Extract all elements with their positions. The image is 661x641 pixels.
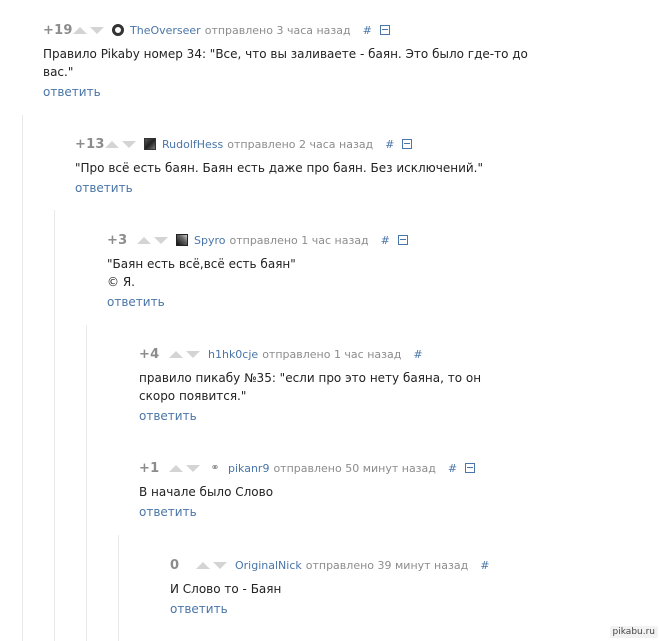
photo-avatar-icon[interactable] <box>176 234 188 246</box>
username-link[interactable]: RudolfHess <box>162 138 223 151</box>
vote-up-icon[interactable] <box>196 561 210 569</box>
rating-value: +3 <box>107 232 128 248</box>
collapse-icon[interactable] <box>402 139 413 149</box>
reply-link[interactable]: ответить <box>107 295 165 309</box>
permalink-hash[interactable]: # <box>381 234 390 247</box>
comment-header: +19 TheOverseer отправлено 3 часа назад … <box>43 22 528 38</box>
comment-1: +19 TheOverseer отправлено 3 часа назад … <box>43 22 528 100</box>
timestamp: отправлено 39 минут назад <box>305 558 469 572</box>
comment-5: +1 ⚭ pikanr9 отправлено 50 минут назад #… <box>139 460 476 520</box>
reply-link[interactable]: ответить <box>75 181 133 195</box>
comment-text: правило пикабу №35: "если про это нету б… <box>139 369 481 405</box>
thread-line-3 <box>86 325 87 641</box>
comment-header: +1 ⚭ pikanr9 отправлено 50 минут назад # <box>139 460 476 476</box>
comment-line: скоро появится." <box>139 389 247 403</box>
vote-up-icon[interactable] <box>73 26 87 34</box>
permalink-hash[interactable]: # <box>480 559 489 572</box>
thread-line-4 <box>118 535 119 641</box>
comment-line: вас." <box>43 65 74 79</box>
comment-line: "Про всё есть баян. Баян есть даже про б… <box>75 161 484 175</box>
timestamp: отправлено 3 часа назад <box>204 23 351 37</box>
timestamp: отправлено 2 часа назад <box>227 137 374 151</box>
thread-line-2 <box>54 210 55 641</box>
photo-avatar-icon[interactable] <box>144 138 156 150</box>
vote-down-icon[interactable] <box>186 350 200 358</box>
timestamp: отправлено 1 час назад <box>229 233 369 247</box>
reply-link[interactable]: ответить <box>170 602 228 616</box>
vote-down-icon[interactable] <box>213 561 227 569</box>
comment-text: "Про всё есть баян. Баян есть даже про б… <box>75 159 483 177</box>
comment-text: В начале было Слово <box>139 483 475 501</box>
username-link[interactable]: Spyro <box>194 234 226 247</box>
rating-value: +13 <box>75 136 105 152</box>
comment-line: правило пикабу №35: "если про это нету б… <box>139 371 482 385</box>
collapse-icon[interactable] <box>379 25 390 35</box>
site-watermark: pikabu.ru <box>609 626 658 638</box>
rating-value: 0 <box>170 557 180 573</box>
vote-up-icon[interactable] <box>169 350 183 358</box>
vote-down-icon[interactable] <box>122 140 136 148</box>
comment-3: +3 Spyro отправлено 1 час назад # "Баян … <box>107 232 408 310</box>
username-link[interactable]: pikanr9 <box>228 462 269 475</box>
thread-line-1 <box>22 115 23 641</box>
comment-4: +4 h1hk0cje отправлено 1 час назад # пра… <box>139 346 481 424</box>
reply-link[interactable]: ответить <box>43 85 101 99</box>
vote-down-icon[interactable] <box>90 26 104 34</box>
username-link[interactable]: OriginalNick <box>235 559 302 572</box>
collapse-icon[interactable] <box>465 463 476 473</box>
permalink-hash[interactable]: # <box>363 24 372 37</box>
permalink-hash[interactable]: # <box>385 138 394 151</box>
comment-text: Правило Pikaby номер 34: "Все, что вы за… <box>43 45 528 81</box>
reply-link[interactable]: ответить <box>139 505 197 519</box>
timestamp: отправлено 1 час назад <box>262 347 402 361</box>
comment-text: И Слово то - Баян <box>170 580 497 598</box>
comment-line: В начале было Слово <box>139 485 274 499</box>
rating-value: +1 <box>139 460 160 476</box>
vote-down-icon[interactable] <box>154 236 168 244</box>
vote-up-icon[interactable] <box>137 236 151 244</box>
comment-header: +3 Spyro отправлено 1 час назад # <box>107 232 408 248</box>
link-avatar-icon[interactable]: ⚭ <box>208 462 222 474</box>
vote-up-icon[interactable] <box>105 140 119 148</box>
username-link[interactable]: TheOverseer <box>130 24 201 37</box>
collapse-icon[interactable] <box>397 235 408 245</box>
permalink-hash[interactable]: # <box>448 462 457 475</box>
comment-line: Правило Pikaby номер 34: "Все, что вы за… <box>43 47 528 61</box>
comment-2: +13 RudolfHess отправлено 2 часа назад #… <box>75 136 483 196</box>
vote-down-icon[interactable] <box>186 464 200 472</box>
vote-up-icon[interactable] <box>169 464 183 472</box>
timestamp: отправлено 50 минут назад <box>273 461 436 475</box>
rating-value: +19 <box>43 22 73 38</box>
comment-header: +4 h1hk0cje отправлено 1 час назад # <box>139 346 481 362</box>
comment-header: 0 OriginalNick отправлено 39 минут назад… <box>170 557 497 573</box>
comment-header: +13 RudolfHess отправлено 2 часа назад # <box>75 136 483 152</box>
comment-line: © Я. <box>107 275 135 289</box>
permalink-hash[interactable]: # <box>413 348 422 361</box>
comment-text: "Баян есть всё,всё есть баян" © Я. <box>107 255 408 291</box>
comment-line: "Баян есть всё,всё есть баян" <box>107 257 296 271</box>
reply-link[interactable]: ответить <box>139 409 197 423</box>
rating-value: +4 <box>139 346 160 362</box>
ring-avatar-icon[interactable] <box>112 24 124 36</box>
comment-6: 0 OriginalNick отправлено 39 минут назад… <box>170 557 497 617</box>
comment-line: И Слово то - Баян <box>170 582 282 596</box>
username-link[interactable]: h1hk0cje <box>208 348 258 361</box>
